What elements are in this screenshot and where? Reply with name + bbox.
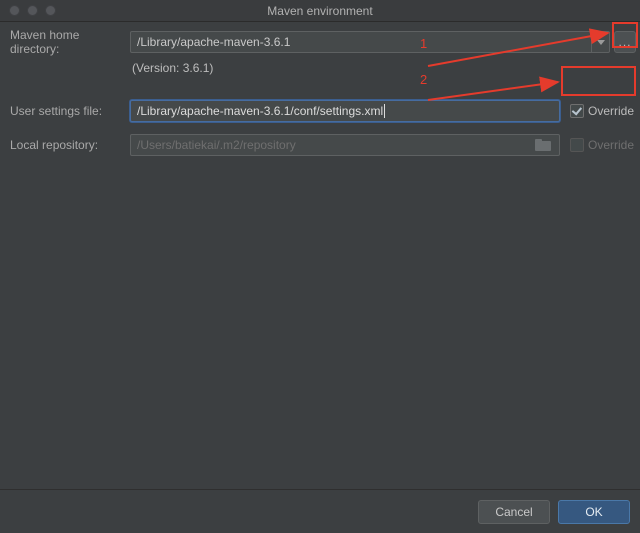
maven-home-combo[interactable]: /Library/apache-maven-3.6.1 [130,31,610,53]
close-window-icon[interactable] [9,5,20,16]
override-user-settings-checkbox[interactable] [570,104,584,118]
override-local-repo[interactable]: Override [564,138,636,152]
title-bar: Maven environment [0,0,640,22]
dialog-footer: Cancel OK [0,489,640,533]
chevron-down-icon[interactable] [591,32,609,52]
local-repo-input: /Users/batiekai/.m2/repository [130,134,560,156]
maven-home-value: /Library/apache-maven-3.6.1 [137,35,290,49]
override-user-settings-label: Override [588,104,634,118]
override-user-settings[interactable]: Override [564,104,636,118]
override-local-repo-checkbox[interactable] [570,138,584,152]
label-user-settings: User settings file: [10,104,130,118]
cancel-button[interactable]: Cancel [478,500,550,524]
row-maven-home: Maven home directory: /Library/apache-ma… [10,30,636,54]
row-user-settings: User settings file: /Library/apache-mave… [10,99,636,123]
minimize-window-icon[interactable] [27,5,38,16]
browse-maven-home-button[interactable]: ... [614,31,636,53]
label-maven-home: Maven home directory: [10,28,130,56]
user-settings-input[interactable]: /Library/apache-maven-3.6.1/conf/setting… [130,100,560,122]
window-title: Maven environment [0,4,640,18]
override-local-repo-label: Override [588,138,634,152]
maven-version-text: (Version: 3.6.1) [130,58,636,81]
folder-icon [533,139,553,151]
dialog-content: Maven home directory: /Library/apache-ma… [0,22,640,489]
user-settings-value: /Library/apache-maven-3.6.1/conf/setting… [137,104,383,118]
row-local-repo: Local repository: /Users/batiekai/.m2/re… [10,133,636,157]
ok-button[interactable]: OK [558,500,630,524]
window-controls [0,5,56,16]
zoom-window-icon[interactable] [45,5,56,16]
label-local-repo: Local repository: [10,138,130,152]
local-repo-placeholder: /Users/batiekai/.m2/repository [137,138,296,152]
